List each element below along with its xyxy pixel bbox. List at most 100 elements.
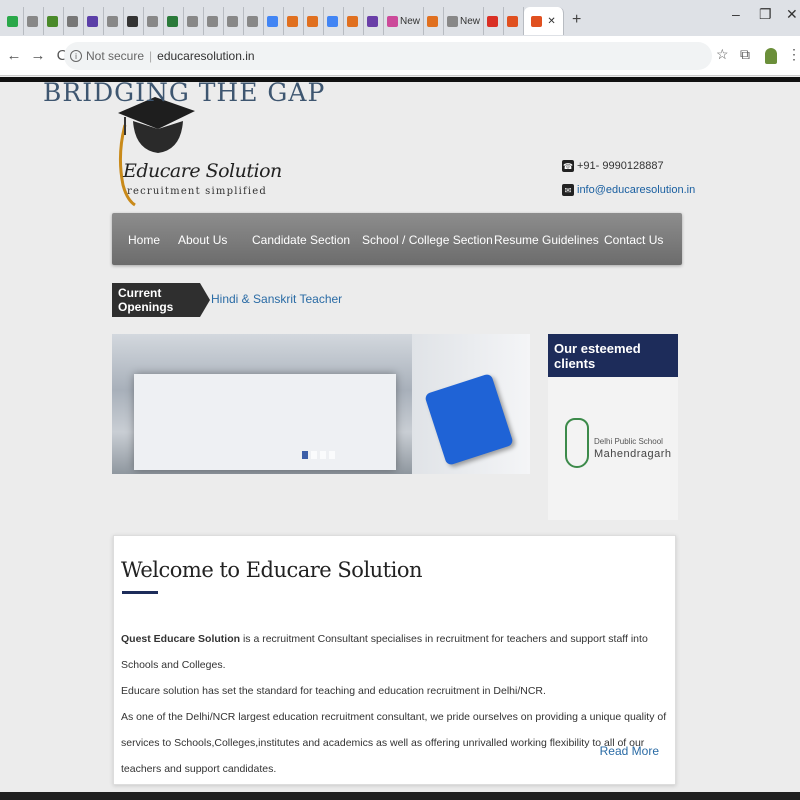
phone-contact: ☎ +91- 9990128887 [562, 160, 664, 172]
tab-label: New [400, 15, 421, 27]
browser-tab[interactable] [324, 7, 344, 35]
browser-tab[interactable] [284, 7, 304, 35]
current-opening-link[interactable]: Hindi & Sanskrit Teacher [211, 292, 342, 306]
read-more-link[interactable]: Read More [600, 744, 659, 758]
browser-tab[interactable]: New [384, 7, 425, 35]
tab-favicon-icon [427, 15, 439, 27]
tab-favicon-icon [327, 15, 338, 27]
tab-strip: New New ✕ + – ❐ ✕ [0, 0, 800, 36]
browser-tab[interactable] [504, 7, 525, 35]
tab-label: New [460, 15, 481, 27]
school-crest-icon [565, 418, 589, 468]
tab-favicon-icon [167, 15, 178, 27]
tab-favicon-icon [387, 15, 398, 27]
slider-dots[interactable] [302, 451, 335, 459]
address-bar[interactable]: i Not secure | educaresolution.in [64, 42, 712, 70]
security-status: Not secure [86, 49, 145, 63]
browser-tab[interactable] [224, 7, 244, 35]
active-tab[interactable]: ✕ [524, 7, 565, 35]
client-school-place: Mahendragarh [594, 448, 672, 460]
browser-tab[interactable] [344, 7, 364, 35]
new-tab-button[interactable]: + [572, 11, 581, 29]
bookmark-star-icon[interactable]: ☆ [716, 46, 729, 63]
tab-close-icon[interactable]: ✕ [547, 16, 555, 27]
url-separator: | [149, 49, 153, 63]
browser-tab[interactable] [204, 7, 224, 35]
browser-tab[interactable] [144, 7, 164, 35]
extension-icon[interactable]: ⧉ [740, 46, 750, 63]
nav-about-us[interactable]: About Us [178, 233, 227, 247]
slider-dot[interactable] [311, 451, 317, 459]
browser-tab[interactable] [44, 7, 64, 35]
logo-title: Educare Solution [123, 160, 282, 182]
company-name: Quest Educare Solution [121, 633, 241, 645]
tab-favicon-icon [127, 15, 138, 27]
forward-button[interactable]: → [28, 47, 48, 64]
tab-favicon-icon [107, 15, 118, 27]
slider-dot[interactable] [302, 451, 308, 459]
nav-candidate-section[interactable]: Candidate Section [252, 233, 350, 247]
client-school-name: Delhi Public School [594, 437, 663, 446]
clients-heading: Our esteemed clients [548, 334, 678, 377]
info-icon[interactable]: i [70, 50, 82, 62]
banner-card [134, 374, 396, 470]
browser-tab[interactable] [184, 7, 204, 35]
tab-favicon-icon [227, 15, 238, 27]
tab-favicon-icon [307, 15, 318, 27]
tab-favicon-icon [287, 15, 298, 27]
menu-dots-icon[interactable]: ⋮ [787, 46, 800, 63]
nav-home[interactable]: Home [128, 233, 160, 247]
browser-tab[interactable]: New [444, 7, 485, 35]
tab-favicon-icon [247, 15, 258, 27]
welcome-heading: Welcome to Educare Solution [121, 558, 423, 582]
url-text: educaresolution.in [157, 49, 255, 63]
tab-favicon-icon [367, 15, 378, 27]
tab-favicon-icon [507, 15, 519, 27]
tab-favicon-icon [347, 15, 358, 27]
tab-favicon-icon [67, 15, 78, 27]
browser-tab[interactable] [104, 7, 124, 35]
browser-tab[interactable] [24, 7, 44, 35]
profile-avatar-icon[interactable] [765, 48, 777, 64]
tab-favicon-icon [147, 15, 158, 27]
browser-tab[interactable] [484, 7, 505, 35]
browser-tab[interactable] [64, 7, 84, 35]
welcome-paragraph: Quest Educare Solution is a recruitment … [121, 626, 671, 782]
email-link[interactable]: info@educaresolution.in [577, 184, 695, 196]
main-navigation: Home About Us Candidate Section School /… [112, 213, 682, 265]
tab-favicon-icon [27, 15, 38, 27]
browser-tab[interactable] [164, 7, 184, 35]
active-tab-favicon-icon [531, 15, 543, 27]
browser-tab[interactable] [4, 7, 24, 35]
minimize-button[interactable]: – [732, 6, 740, 22]
tab-favicon-icon [7, 15, 18, 27]
phone-icon: ☎ [562, 160, 574, 172]
browser-tab[interactable] [424, 7, 445, 35]
browser-toolbar: ← → C i Not secure | educaresolution.in … [0, 36, 800, 76]
heading-underline [122, 591, 158, 594]
welcome-section: Welcome to Educare Solution Quest Educar… [113, 535, 676, 785]
nav-school-college-section[interactable]: School / College Section [362, 233, 493, 247]
browser-tab[interactable] [364, 7, 384, 35]
envelope-icon: ✉ [562, 184, 574, 196]
back-button[interactable]: ← [4, 47, 24, 64]
restore-button[interactable]: ❐ [759, 6, 772, 23]
browser-tab[interactable] [84, 7, 104, 35]
banner-headline: BRIDGING THE GAP [43, 78, 326, 107]
slider-dot[interactable] [329, 451, 335, 459]
nav-contact-us[interactable]: Contact Us [604, 233, 663, 247]
tab-favicon-icon [207, 15, 218, 27]
client-card[interactable]: Delhi Public School Mahendragarh [594, 435, 672, 461]
slider-dot[interactable] [320, 451, 326, 459]
browser-tab[interactable] [304, 7, 324, 35]
current-openings-label: Current Openings [112, 283, 210, 317]
close-window-button[interactable]: ✕ [786, 6, 798, 23]
browser-tab[interactable] [264, 7, 284, 35]
tab-favicon-icon [447, 15, 459, 27]
browser-tab[interactable] [124, 7, 144, 35]
phone-number: +91- 9990128887 [577, 160, 664, 172]
tab-favicon-icon [47, 15, 58, 27]
tab-favicon-icon [87, 15, 98, 27]
browser-tab[interactable] [244, 7, 264, 35]
nav-resume-guidelines[interactable]: Resume Guidelines [494, 233, 599, 247]
